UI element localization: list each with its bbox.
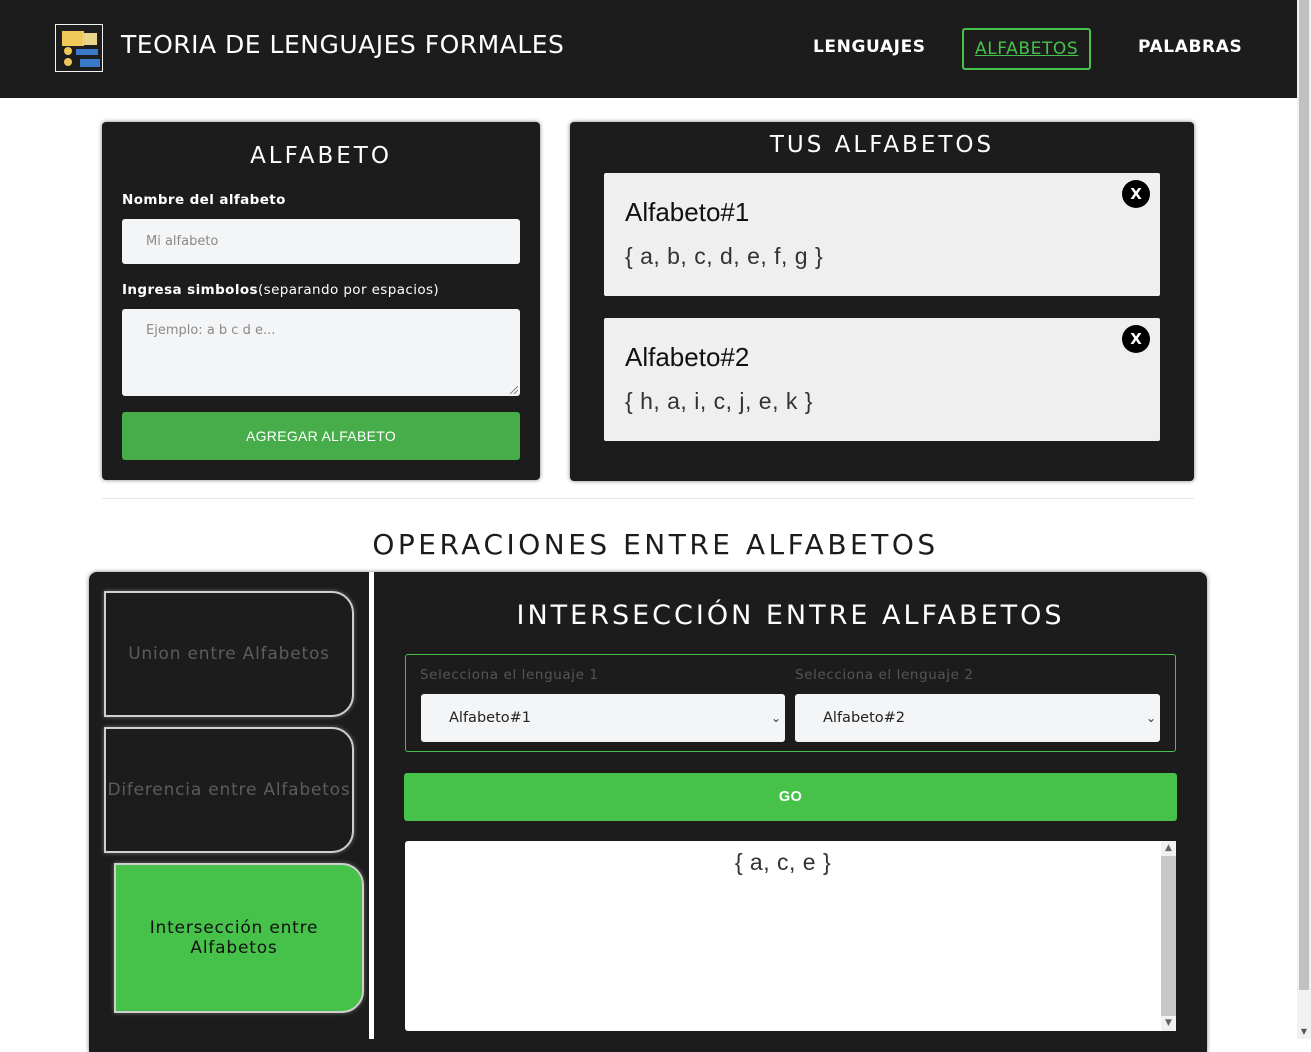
nav-link-alfabetos[interactable]: ALFABETOS — [962, 28, 1092, 70]
scroll-down-icon[interactable]: ▼ — [1161, 1016, 1176, 1031]
alphabet-card: Alfabeto#1 { a, b, c, d, e, f, g } X — [602, 171, 1162, 298]
chevron-down-icon: ⌄ — [770, 711, 781, 725]
result-textarea[interactable]: { a, c, e } — [405, 841, 1176, 1031]
symbols-hint: (separando por espacios) — [257, 282, 440, 298]
app-logo-icon[interactable] — [55, 24, 103, 72]
delete-alphabet-button[interactable]: X — [1122, 325, 1150, 353]
tab-interseccion[interactable]: Intersección entre Alfabetos — [114, 863, 364, 1013]
alphabet-card-name: Alfabeto#2 — [625, 342, 750, 372]
alphabet-form-title: ALFABETO — [250, 143, 392, 169]
select-language-1-value: Alfabeto#1 — [449, 710, 531, 726]
scroll-up-icon[interactable]: ▲ — [1161, 841, 1176, 856]
navbar: TEORIA DE LENGUAJES FORMALES LENGUAJES A… — [0, 0, 1297, 98]
delete-alphabet-button[interactable]: X — [1122, 180, 1150, 208]
brand-title[interactable]: TEORIA DE LENGUAJES FORMALES — [121, 30, 564, 59]
select-language-1[interactable]: Alfabeto#1 ⌄ — [421, 694, 785, 742]
operation-panel-title: INTERSECCIÓN ENTRE ALFABETOS — [516, 600, 1065, 631]
alphabet-card-symbols: { h, a, i, c, j, e, k } — [625, 388, 813, 414]
select2-label: Selecciona el lenguaje 2 — [795, 667, 974, 683]
resize-grip-icon[interactable] — [510, 386, 518, 394]
select-language-2[interactable]: Alfabeto#2 ⌄ — [795, 694, 1160, 742]
your-alphabets-panel: TUS ALFABETOS Alfabeto#1 { a, b, c, d, e… — [570, 122, 1194, 481]
alphabet-name-input[interactable] — [122, 219, 520, 264]
tab-diferencia[interactable]: Diferencia entre Alfabetos — [104, 727, 354, 853]
select1-label: Selecciona el lenguaje 1 — [420, 667, 599, 683]
result-text: { a, c, e } — [734, 849, 832, 875]
nav-link-palabras[interactable]: PALABRAS — [1138, 37, 1242, 57]
symbols-label-text: Ingresa simbolos — [122, 282, 258, 298]
alphabet-card-symbols: { a, b, c, d, e, f, g } — [625, 243, 824, 269]
alphabet-card: Alfabeto#2 { h, a, i, c, j, e, k } X — [602, 316, 1162, 443]
symbols-label: Ingresa simbolos(separando por espacios) — [122, 282, 439, 298]
page-scroll-thumb[interactable] — [1299, 0, 1309, 990]
operations-separator — [369, 572, 374, 1039]
name-label: Nombre del alfabeto — [122, 192, 286, 208]
section-divider — [102, 498, 1194, 499]
result-scrollbar[interactable]: ▲ ▼ — [1161, 841, 1176, 1031]
nav-link-lenguajes[interactable]: LENGUAJES — [813, 37, 926, 57]
page-scrollbar[interactable]: ▼ — [1297, 0, 1311, 1039]
alphabet-form-panel: ALFABETO Nombre del alfabeto Ingresa sim… — [102, 122, 540, 480]
your-alphabets-title: TUS ALFABETOS — [769, 132, 995, 158]
tab-union[interactable]: Union entre Alfabetos — [104, 591, 354, 717]
operations-title: OPERACIONES ENTRE ALFABETOS — [372, 528, 939, 561]
alphabet-card-name: Alfabeto#1 — [625, 197, 750, 227]
add-alphabet-button[interactable]: AGREGAR ALFABETO — [122, 412, 520, 460]
select-language-2-value: Alfabeto#2 — [823, 710, 905, 726]
go-button[interactable]: GO — [404, 773, 1177, 821]
scroll-thumb[interactable] — [1161, 856, 1176, 1016]
symbols-textarea[interactable] — [122, 309, 520, 396]
chevron-down-icon: ⌄ — [1145, 711, 1156, 725]
page-scroll-down-icon[interactable]: ▼ — [1297, 1025, 1311, 1039]
